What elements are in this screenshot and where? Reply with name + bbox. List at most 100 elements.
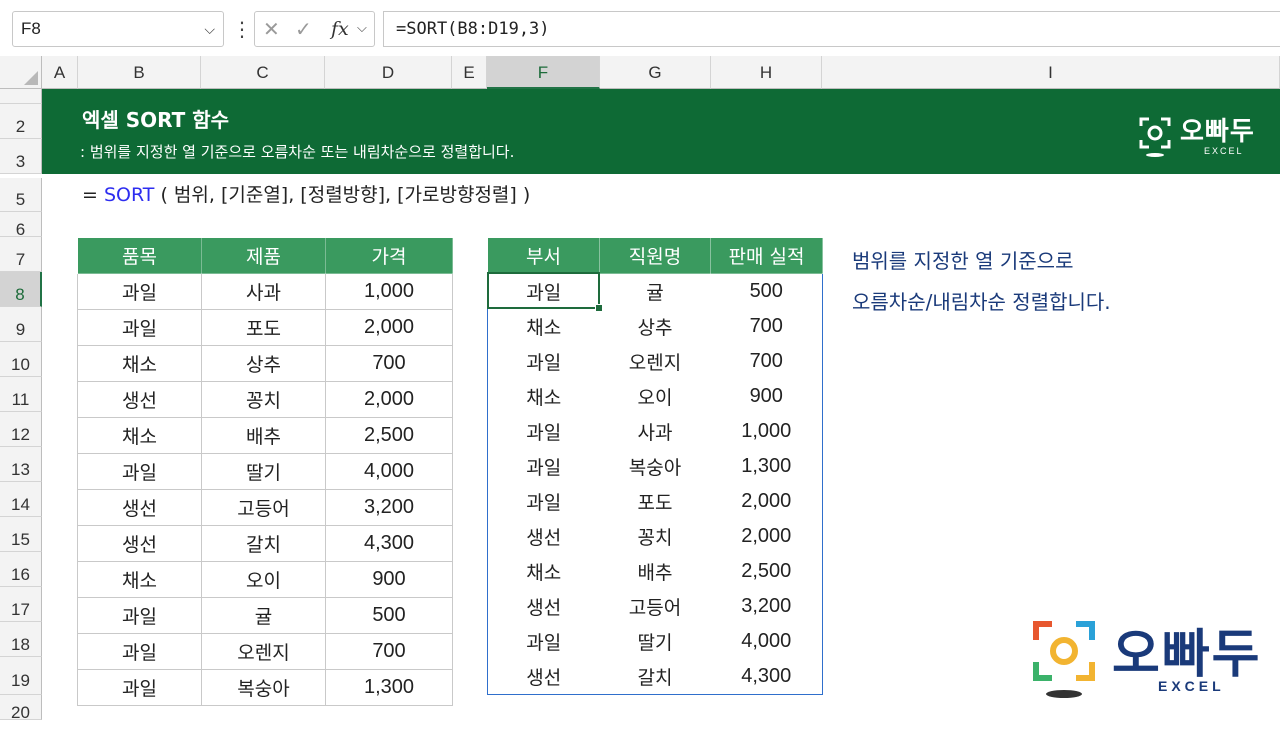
more-options-icon[interactable]: ⋮: [232, 14, 252, 44]
result-cell[interactable]: 2,000: [711, 484, 823, 519]
source-cell[interactable]: 2,000: [325, 381, 453, 418]
cancel-icon[interactable]: ✕: [263, 12, 280, 46]
row-header-14[interactable]: 14: [0, 482, 42, 517]
source-cell[interactable]: 복숭아: [201, 669, 326, 706]
result-cell[interactable]: 4,000: [711, 624, 823, 659]
source-cell[interactable]: 생선: [77, 381, 202, 418]
row-header-2[interactable]: 2: [0, 104, 42, 139]
row-header-20[interactable]: 20: [0, 695, 42, 722]
source-cell[interactable]: 1,300: [325, 669, 453, 706]
column-header-I[interactable]: I: [822, 56, 1280, 89]
result-cell[interactable]: 3,200: [711, 589, 823, 624]
row-header-15[interactable]: 15: [0, 517, 42, 552]
row-header-10[interactable]: 10: [0, 342, 42, 377]
row-header-5[interactable]: 5: [0, 178, 42, 212]
source-header-cell[interactable]: 제품: [201, 237, 326, 274]
column-header-C[interactable]: C: [201, 56, 325, 89]
source-cell[interactable]: 4,300: [325, 525, 453, 562]
source-cell[interactable]: 2,000: [325, 309, 453, 346]
result-cell[interactable]: 오렌지: [600, 344, 711, 379]
source-cell[interactable]: 채소: [77, 345, 202, 382]
result-cell[interactable]: 채소: [488, 379, 600, 414]
source-cell[interactable]: 4,000: [325, 453, 453, 490]
row-header-13[interactable]: 13: [0, 447, 42, 482]
column-header-B[interactable]: B: [78, 56, 201, 89]
source-cell[interactable]: 채소: [77, 417, 202, 454]
result-cell[interactable]: 채소: [488, 554, 600, 589]
column-header-E[interactable]: E: [452, 56, 487, 89]
source-cell[interactable]: 과일: [77, 453, 202, 490]
source-cell[interactable]: 귤: [201, 597, 326, 634]
source-cell[interactable]: 700: [325, 345, 453, 382]
result-cell[interactable]: 1,000: [711, 414, 823, 449]
result-header-cell[interactable]: 판매 실적: [710, 237, 823, 274]
source-cell[interactable]: 딸기: [201, 453, 326, 490]
column-header-H[interactable]: H: [711, 56, 822, 89]
row-header-12[interactable]: 12: [0, 412, 42, 447]
result-cell[interactable]: 900: [711, 379, 823, 414]
source-cell[interactable]: 생선: [77, 525, 202, 562]
result-cell[interactable]: 채소: [488, 309, 600, 344]
row-header-8[interactable]: 8: [0, 272, 42, 307]
result-cell[interactable]: 700: [711, 344, 823, 379]
source-cell[interactable]: 1,000: [325, 273, 453, 310]
source-cell[interactable]: 생선: [77, 489, 202, 526]
row-header-6[interactable]: 6: [0, 212, 42, 239]
source-cell[interactable]: 과일: [77, 273, 202, 310]
name-box[interactable]: F8 ⌵: [12, 11, 224, 47]
result-cell[interactable]: 생선: [488, 589, 600, 624]
insert-function-icon[interactable]: fx: [331, 12, 349, 46]
column-header-D[interactable]: D: [325, 56, 452, 89]
result-cell[interactable]: 귤: [600, 274, 711, 310]
source-cell[interactable]: 900: [325, 561, 453, 598]
source-cell[interactable]: 과일: [77, 309, 202, 346]
source-cell[interactable]: 고등어: [201, 489, 326, 526]
column-header-G[interactable]: G: [600, 56, 711, 89]
result-cell[interactable]: 4,300: [711, 659, 823, 695]
result-cell[interactable]: 과일: [488, 414, 600, 449]
result-cell[interactable]: 생선: [488, 519, 600, 554]
result-cell[interactable]: 오이: [600, 379, 711, 414]
result-cell[interactable]: 과일: [488, 624, 600, 659]
row-header-18[interactable]: 18: [0, 622, 42, 657]
result-cell[interactable]: 과일: [488, 344, 600, 379]
source-cell[interactable]: 오렌지: [201, 633, 326, 670]
result-cell[interactable]: 500: [711, 274, 823, 310]
row-header-1[interactable]: [0, 89, 42, 104]
result-cell[interactable]: 딸기: [600, 624, 711, 659]
result-cell[interactable]: 사과: [600, 414, 711, 449]
source-cell[interactable]: 꽁치: [201, 381, 326, 418]
source-cell[interactable]: 2,500: [325, 417, 453, 454]
row-header-16[interactable]: 16: [0, 552, 42, 587]
source-header-cell[interactable]: 가격: [325, 237, 453, 274]
source-cell[interactable]: 갈치: [201, 525, 326, 562]
column-header-F[interactable]: F: [487, 56, 600, 89]
row-header-9[interactable]: 9: [0, 307, 42, 342]
result-cell[interactable]: 고등어: [600, 589, 711, 624]
result-cell[interactable]: 포도: [600, 484, 711, 519]
source-cell[interactable]: 사과: [201, 273, 326, 310]
source-cell[interactable]: 700: [325, 633, 453, 670]
result-header-cell[interactable]: 직원명: [599, 237, 711, 274]
result-cell[interactable]: 700: [711, 309, 823, 344]
select-all-button[interactable]: [0, 56, 42, 89]
result-cell[interactable]: 복숭아: [600, 449, 711, 484]
result-cell[interactable]: 배추: [600, 554, 711, 589]
source-cell[interactable]: 포도: [201, 309, 326, 346]
row-header-11[interactable]: 11: [0, 377, 42, 412]
result-cell[interactable]: 과일: [488, 484, 600, 519]
result-header-cell[interactable]: 부서: [487, 237, 600, 274]
formula-input[interactable]: =SORT(B8:D19,3): [383, 11, 1280, 47]
chevron-down-icon[interactable]: ⌵: [204, 12, 215, 46]
source-cell[interactable]: 상추: [201, 345, 326, 382]
source-cell[interactable]: 배추: [201, 417, 326, 454]
row-header-19[interactable]: 19: [0, 657, 42, 695]
source-cell[interactable]: 3,200: [325, 489, 453, 526]
row-header-7[interactable]: 7: [0, 237, 42, 272]
source-cell[interactable]: 과일: [77, 597, 202, 634]
source-cell[interactable]: 500: [325, 597, 453, 634]
result-cell[interactable]: 상추: [600, 309, 711, 344]
source-cell[interactable]: 과일: [77, 669, 202, 706]
source-cell[interactable]: 오이: [201, 561, 326, 598]
source-cell[interactable]: 과일: [77, 633, 202, 670]
